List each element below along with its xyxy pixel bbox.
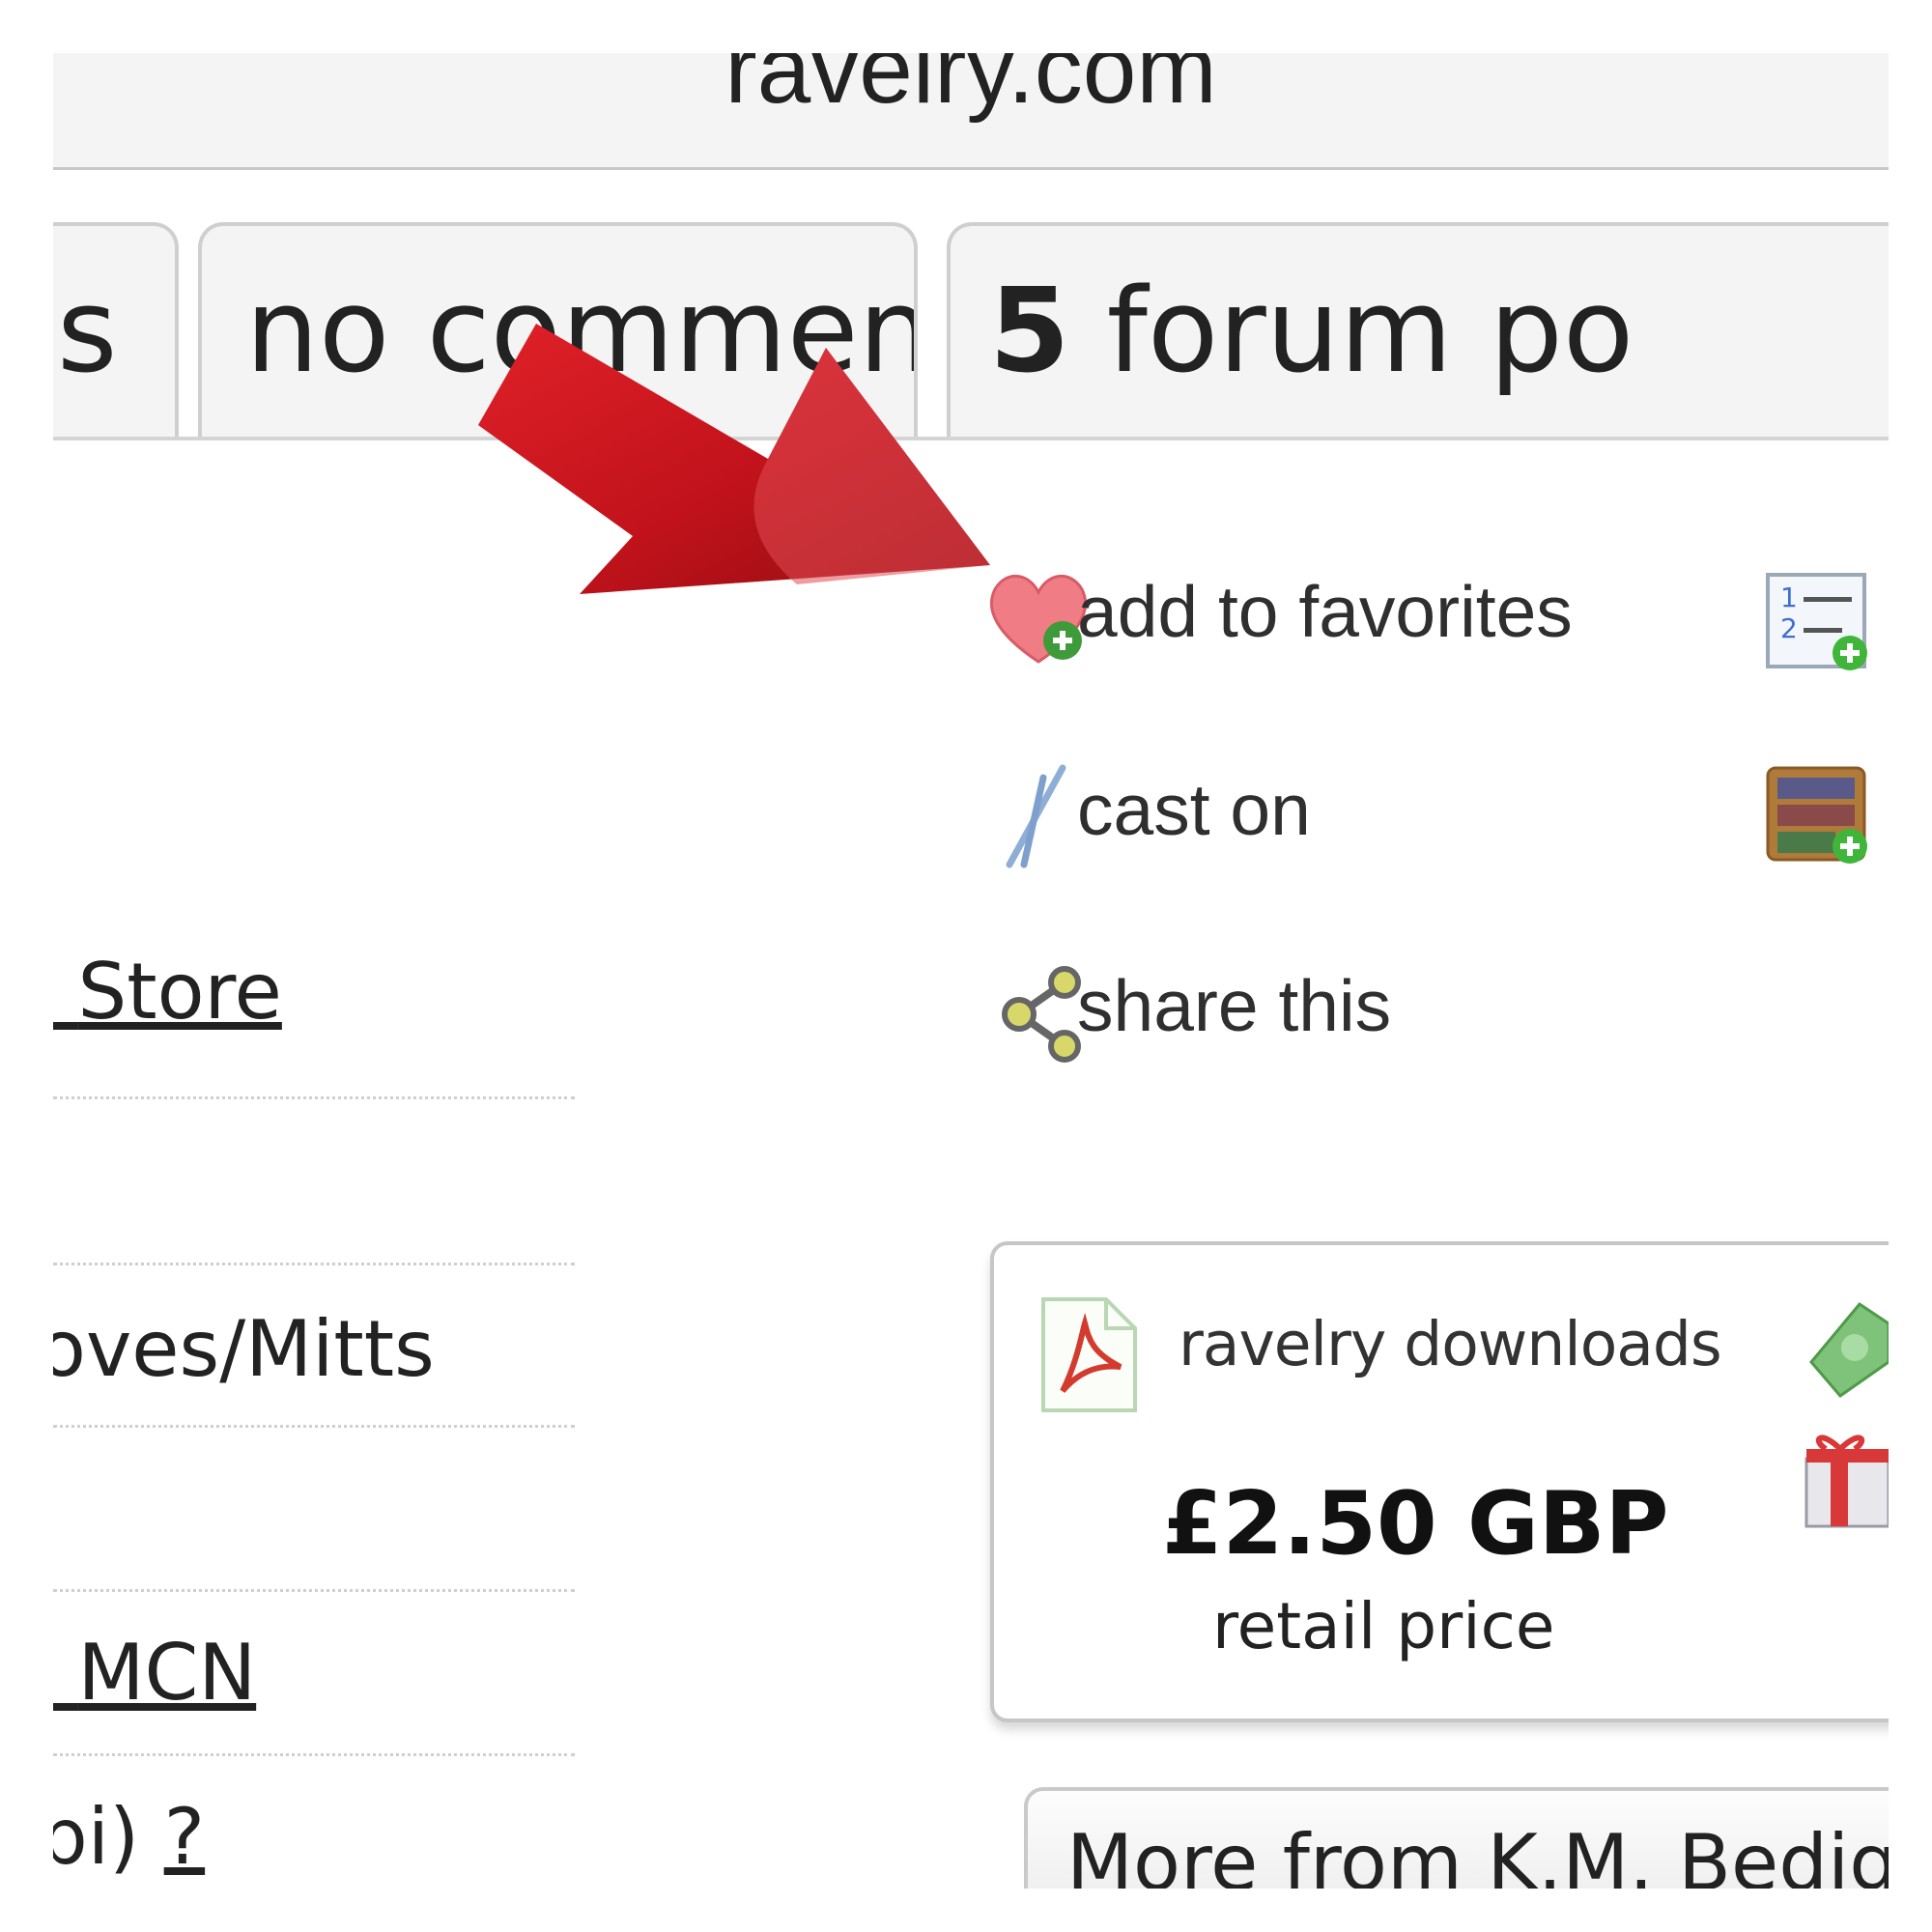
more-from-designer-button[interactable]: More from K.M. Bediga <box>1024 1787 1889 1889</box>
store-link-label: Store <box>77 947 282 1037</box>
add-to-favorites-link[interactable]: add to favorites <box>1077 570 1573 653</box>
svg-text:1: 1 <box>1780 582 1798 613</box>
gauge-tail: pi) <box>53 1792 140 1882</box>
svg-text:2: 2 <box>1780 612 1798 644</box>
more-from-label: More from K.M. Bediga <box>1066 1818 1889 1889</box>
gauge-text: pi) ? <box>53 1792 205 1882</box>
pdf-icon <box>1041 1297 1137 1412</box>
share-this-link[interactable]: share this <box>1077 964 1391 1047</box>
url-text: ravelry.com <box>724 53 1217 124</box>
money-icon[interactable] <box>1802 1294 1889 1401</box>
divider <box>53 1096 575 1099</box>
divider <box>53 1589 575 1592</box>
cast-on-link[interactable]: cast on <box>1077 768 1311 851</box>
divider <box>53 1425 575 1428</box>
ravelry-downloads-label: ravelry downloads <box>1179 1309 1722 1379</box>
price-value: £2.50 GBP <box>1162 1473 1669 1575</box>
forum-count: 5 <box>989 265 1070 399</box>
help-link[interactable]: ? <box>164 1792 205 1882</box>
divider <box>53 1263 575 1265</box>
mcn-link[interactable]: MCN <box>53 1628 256 1718</box>
store-link[interactable]: Store <box>53 947 282 1037</box>
tab-partial[interactable]: s <box>53 222 179 440</box>
red-arrow-icon <box>478 324 990 594</box>
retail-price-label: retail price <box>1212 1589 1555 1663</box>
tab-forum-posts[interactable]: 5 forum po <box>947 222 1889 440</box>
category-text: oves/Mitts <box>53 1304 435 1394</box>
tab-partial-label: s <box>57 265 118 399</box>
address-bar[interactable]: ravelry.com <box>53 53 1889 170</box>
gift-icon[interactable] <box>1802 1425 1889 1531</box>
library-add-icon[interactable] <box>1763 763 1879 869</box>
tab-forum-label: forum po <box>1106 265 1634 399</box>
mcn-link-label: MCN <box>77 1628 257 1718</box>
queue-add-icon[interactable]: 1 2 <box>1763 570 1879 676</box>
knitting-needles-icon <box>1006 764 1066 868</box>
divider <box>53 1753 575 1756</box>
browser-viewport: ravelry.com s no comments 5 forum po add… <box>53 53 1889 1889</box>
